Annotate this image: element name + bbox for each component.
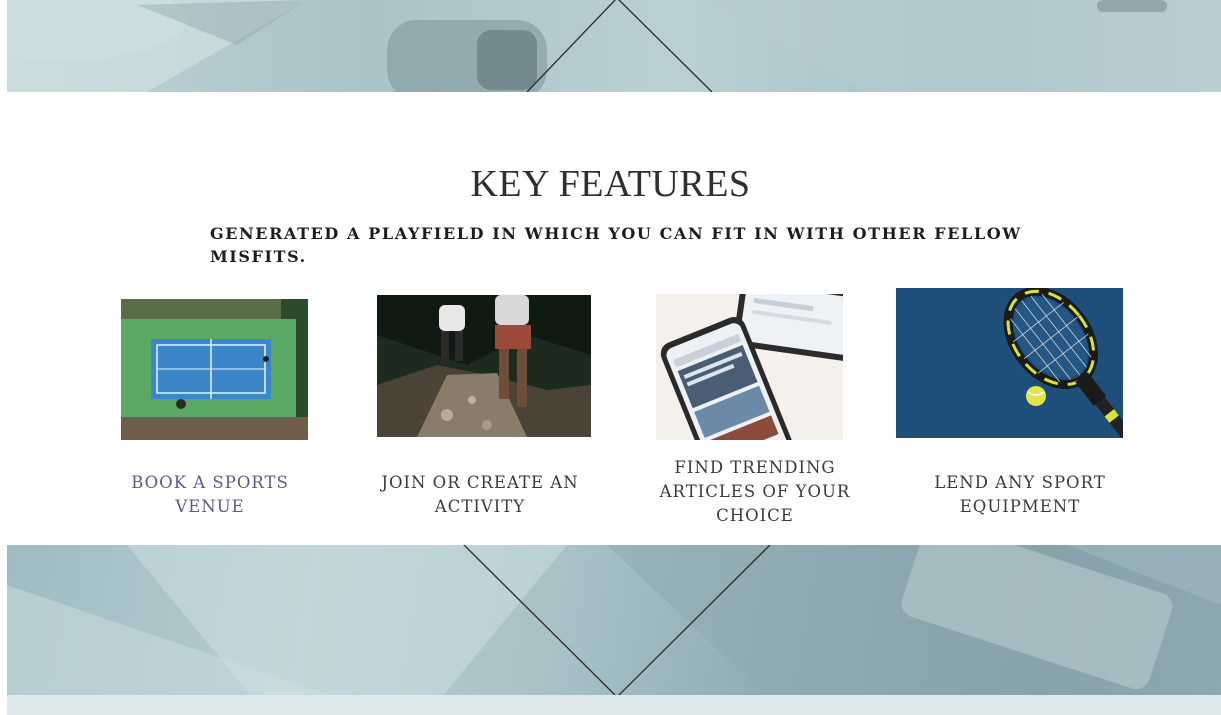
top-background-band [7,0,1221,92]
top-band-decoration [7,0,1221,92]
tennis-court-aerial-icon [121,299,308,440]
phone-articles-icon [656,294,843,440]
bottom-background-band [7,545,1221,715]
slide: KEY FEATURES GENERATED A PLAYFIELD IN WH… [0,0,1221,715]
trail-runners-icon [377,295,591,437]
page-subtitle: GENERATED A PLAYFIELD IN WHICH YOU CAN F… [210,224,1022,266]
bottom-strip [7,695,1221,715]
page-title: KEY FEATURES [470,163,751,205]
feature-label-book-venue: BOOK A SPORTS VENUE [131,473,289,516]
feature-label-find-articles: FIND TRENDING ARTICLES OF YOUR CHOICE [659,458,851,525]
feature-label-join-activity: JOIN OR CREATE AN ACTIVITY [381,473,579,516]
bottom-band-decoration [7,545,1221,715]
tennis-racket-icon [896,288,1123,438]
feature-label-lend-equipment: LEND ANY SPORT EQUIPMENT [934,473,1106,516]
